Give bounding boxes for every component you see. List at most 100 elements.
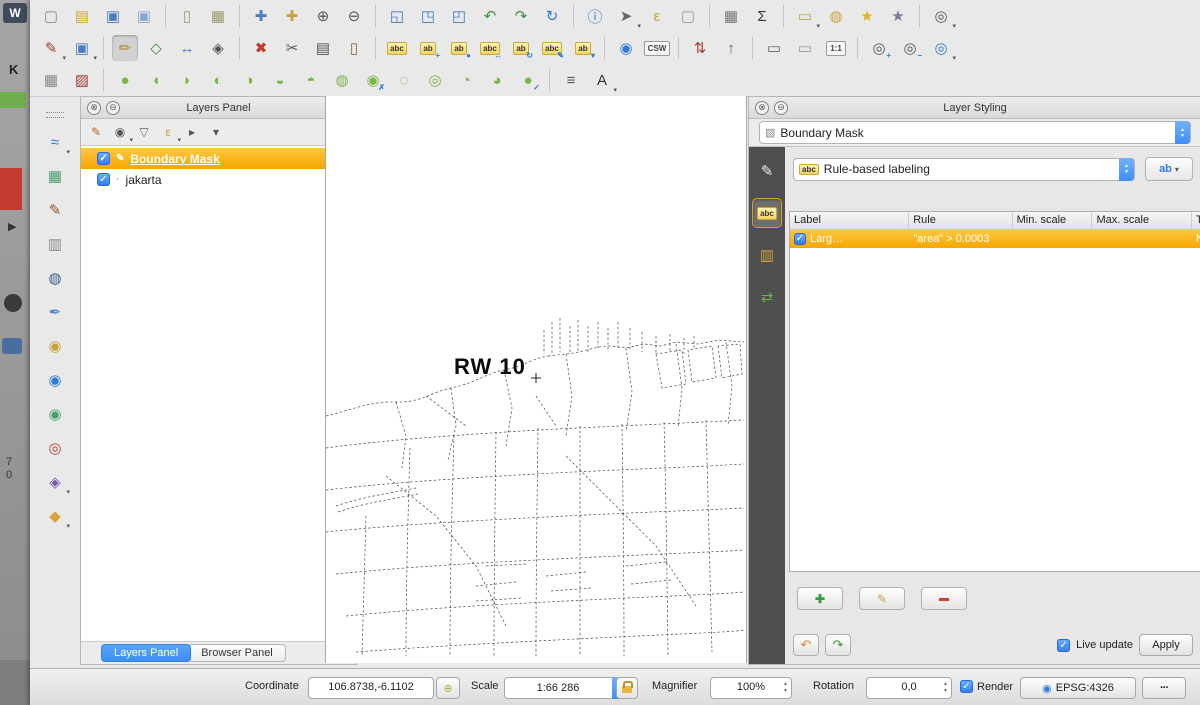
- field-calculator-button[interactable]: Σ: [749, 3, 775, 29]
- add-wcs-layer-button[interactable]: ◉: [42, 367, 68, 393]
- centroids-button[interactable]: ◎: [422, 67, 448, 93]
- eliminate-button[interactable]: ◉✗: [360, 67, 386, 93]
- rotate-label-button[interactable]: ab↻: [508, 35, 534, 61]
- magnifier-settings-button[interactable]: ◎▾: [928, 35, 954, 61]
- column-rule[interactable]: Rule: [909, 212, 1012, 229]
- zoom-to-layer-button[interactable]: ◰: [446, 3, 472, 29]
- tab-layers-panel[interactable]: Layers Panel: [101, 644, 191, 662]
- sync-upload-button[interactable]: ↑: [718, 35, 744, 61]
- open-project-button[interactable]: ▤: [69, 3, 95, 29]
- node-tool-button[interactable]: ◈: [205, 35, 231, 61]
- save-layer-edits-button[interactable]: ▣▾: [69, 35, 95, 61]
- filter-legend-button[interactable]: ▽: [133, 121, 155, 143]
- zoom-to-selection-button[interactable]: ◳: [415, 3, 441, 29]
- history-tab-button[interactable]: ⇄: [753, 283, 781, 311]
- pin-labels-button[interactable]: ab+: [415, 35, 441, 61]
- zoom-full-button[interactable]: ◱: [384, 3, 410, 29]
- delete-selected-button[interactable]: ✖: [248, 35, 274, 61]
- crs-button[interactable]: ◉ EPSG:4326: [1020, 677, 1136, 699]
- toggle-editing-button[interactable]: ✏: [112, 35, 138, 61]
- add-feature-button[interactable]: ◇: [143, 35, 169, 61]
- measure-button[interactable]: ▭▾: [792, 3, 818, 29]
- labels-tab-button[interactable]: abc: [753, 199, 781, 227]
- combo-stepper[interactable]: ▲▼: [1119, 158, 1134, 181]
- move-feature-button[interactable]: ↔: [174, 35, 200, 61]
- add-wfs-layer-button[interactable]: ◉: [42, 401, 68, 427]
- copy-features-button[interactable]: ▤: [310, 35, 336, 61]
- new-geopackage-layer-button[interactable]: ◆▾: [42, 503, 68, 529]
- symbology-tab-button[interactable]: ✎: [753, 157, 781, 185]
- zoom-out-button[interactable]: ⊖: [341, 3, 367, 29]
- magnifier-plus-button[interactable]: ◎+: [866, 35, 892, 61]
- text-properties-button[interactable]: A▾: [589, 67, 615, 93]
- raster-calculator-button[interactable]: ▨: [69, 67, 95, 93]
- manage-map-themes-button[interactable]: ◉▾: [109, 121, 131, 143]
- scale-combo[interactable]: 1:66 286 ▼: [504, 677, 627, 699]
- column-max-scale[interactable]: Max. scale: [1092, 212, 1192, 229]
- highlight-pinned-labels-button[interactable]: ab●: [446, 35, 472, 61]
- layer-checkbox[interactable]: ✓: [97, 152, 110, 165]
- magnifier-minus-button[interactable]: ◎−: [897, 35, 923, 61]
- symmetric-difference-button[interactable]: ◓: [298, 67, 324, 93]
- edit-rule-button[interactable]: ✎: [859, 587, 905, 610]
- map-canvas[interactable]: RW 10: [325, 96, 747, 663]
- identify-features-button[interactable]: ⓘ: [582, 3, 608, 29]
- simplify-button[interactable]: ◌: [391, 67, 417, 93]
- select-by-expression-button[interactable]: ε: [644, 3, 670, 29]
- rotation-spinbox[interactable]: 0,0 ▲▼: [866, 677, 952, 699]
- combo-stepper[interactable]: ▲▼: [1175, 121, 1190, 144]
- check-geometry-button[interactable]: ●✓: [515, 67, 541, 93]
- close-panel-button[interactable]: ⊗: [87, 101, 101, 115]
- touch-zoom-button[interactable]: ◎▾: [928, 3, 954, 29]
- rule-row[interactable]: ✓ Larg… "area" > 0.0003 NAM: [790, 230, 1200, 248]
- filter-by-expression-button[interactable]: ε▾: [157, 121, 179, 143]
- layer-row-jakarta[interactable]: ✓ ◦ jakarta: [81, 169, 356, 190]
- select-features-button[interactable]: ➤▾: [613, 3, 639, 29]
- layer-row-boundary-mask[interactable]: ✓ ✎ Boundary Mask: [81, 148, 356, 169]
- column-min-scale[interactable]: Min. scale: [1013, 212, 1093, 229]
- open-attribute-table-button[interactable]: ▦: [718, 3, 744, 29]
- remove-rule-button[interactable]: ▬: [921, 587, 967, 610]
- deselect-all-button[interactable]: ▢: [675, 3, 701, 29]
- add-raster-layer-button[interactable]: ▦: [42, 163, 68, 189]
- label-diagram-options-button[interactable]: ab▾: [570, 35, 596, 61]
- zoom-last-button[interactable]: ↶: [477, 3, 503, 29]
- collapse-all-button[interactable]: ▾: [205, 121, 227, 143]
- composer-manager-button[interactable]: ▦: [205, 3, 231, 29]
- union-button[interactable]: ◍: [329, 67, 355, 93]
- zoom-native-button[interactable]: 1:1: [823, 35, 849, 61]
- move-label-button[interactable]: abc↔: [477, 35, 503, 61]
- toggle-extents-button[interactable]: ⊕: [436, 677, 460, 699]
- current-edits-button[interactable]: ✎▾: [38, 35, 64, 61]
- offline-editing-button[interactable]: ⇅: [687, 35, 713, 61]
- text-format-button[interactable]: ab ▾: [1145, 157, 1193, 181]
- messages-button[interactable]: ···: [1142, 677, 1186, 699]
- new-project-button[interactable]: ▢: [38, 3, 64, 29]
- spinner-arrows-icon[interactable]: ▲▼: [943, 681, 948, 695]
- difference-button[interactable]: ◐: [205, 67, 231, 93]
- intersection-button[interactable]: ◒: [267, 67, 293, 93]
- apply-button[interactable]: Apply: [1139, 634, 1193, 656]
- pan-map-button[interactable]: ✚: [248, 3, 274, 29]
- layer-labeling-options-button[interactable]: abc: [384, 35, 410, 61]
- new-map-view-button[interactable]: ▭: [761, 35, 787, 61]
- layer-checkbox[interactable]: ✓: [97, 173, 110, 186]
- cut-features-button[interactable]: ✂: [279, 35, 305, 61]
- magnifier-spinbox[interactable]: 100% ▲▼: [710, 677, 792, 699]
- change-label-button[interactable]: abc✎: [539, 35, 565, 61]
- pan-to-selection-button[interactable]: ✚: [279, 3, 305, 29]
- render-checkbox[interactable]: ✓: [960, 680, 973, 693]
- attributes-edit-button[interactable]: ▦: [38, 67, 64, 93]
- show-bookmarks-button[interactable]: ★: [885, 3, 911, 29]
- open-layer-styling-button[interactable]: ✎: [85, 121, 107, 143]
- spinner-arrows-icon[interactable]: ▲▼: [783, 681, 788, 695]
- add-spatialite-layer-button[interactable]: ✒: [42, 299, 68, 325]
- refresh-map-button[interactable]: ↻: [539, 3, 565, 29]
- add-rule-button[interactable]: ✚: [797, 587, 843, 610]
- raster-extent-button[interactable]: ▭: [792, 35, 818, 61]
- csw-catalog-button[interactable]: CSW: [644, 35, 670, 61]
- live-update-checkbox[interactable]: ✓: [1057, 639, 1070, 652]
- expand-all-button[interactable]: ▸: [181, 121, 203, 143]
- zoom-next-button[interactable]: ↷: [508, 3, 534, 29]
- layer-selector-combo[interactable]: ▧ Boundary Mask ▲▼: [759, 121, 1191, 144]
